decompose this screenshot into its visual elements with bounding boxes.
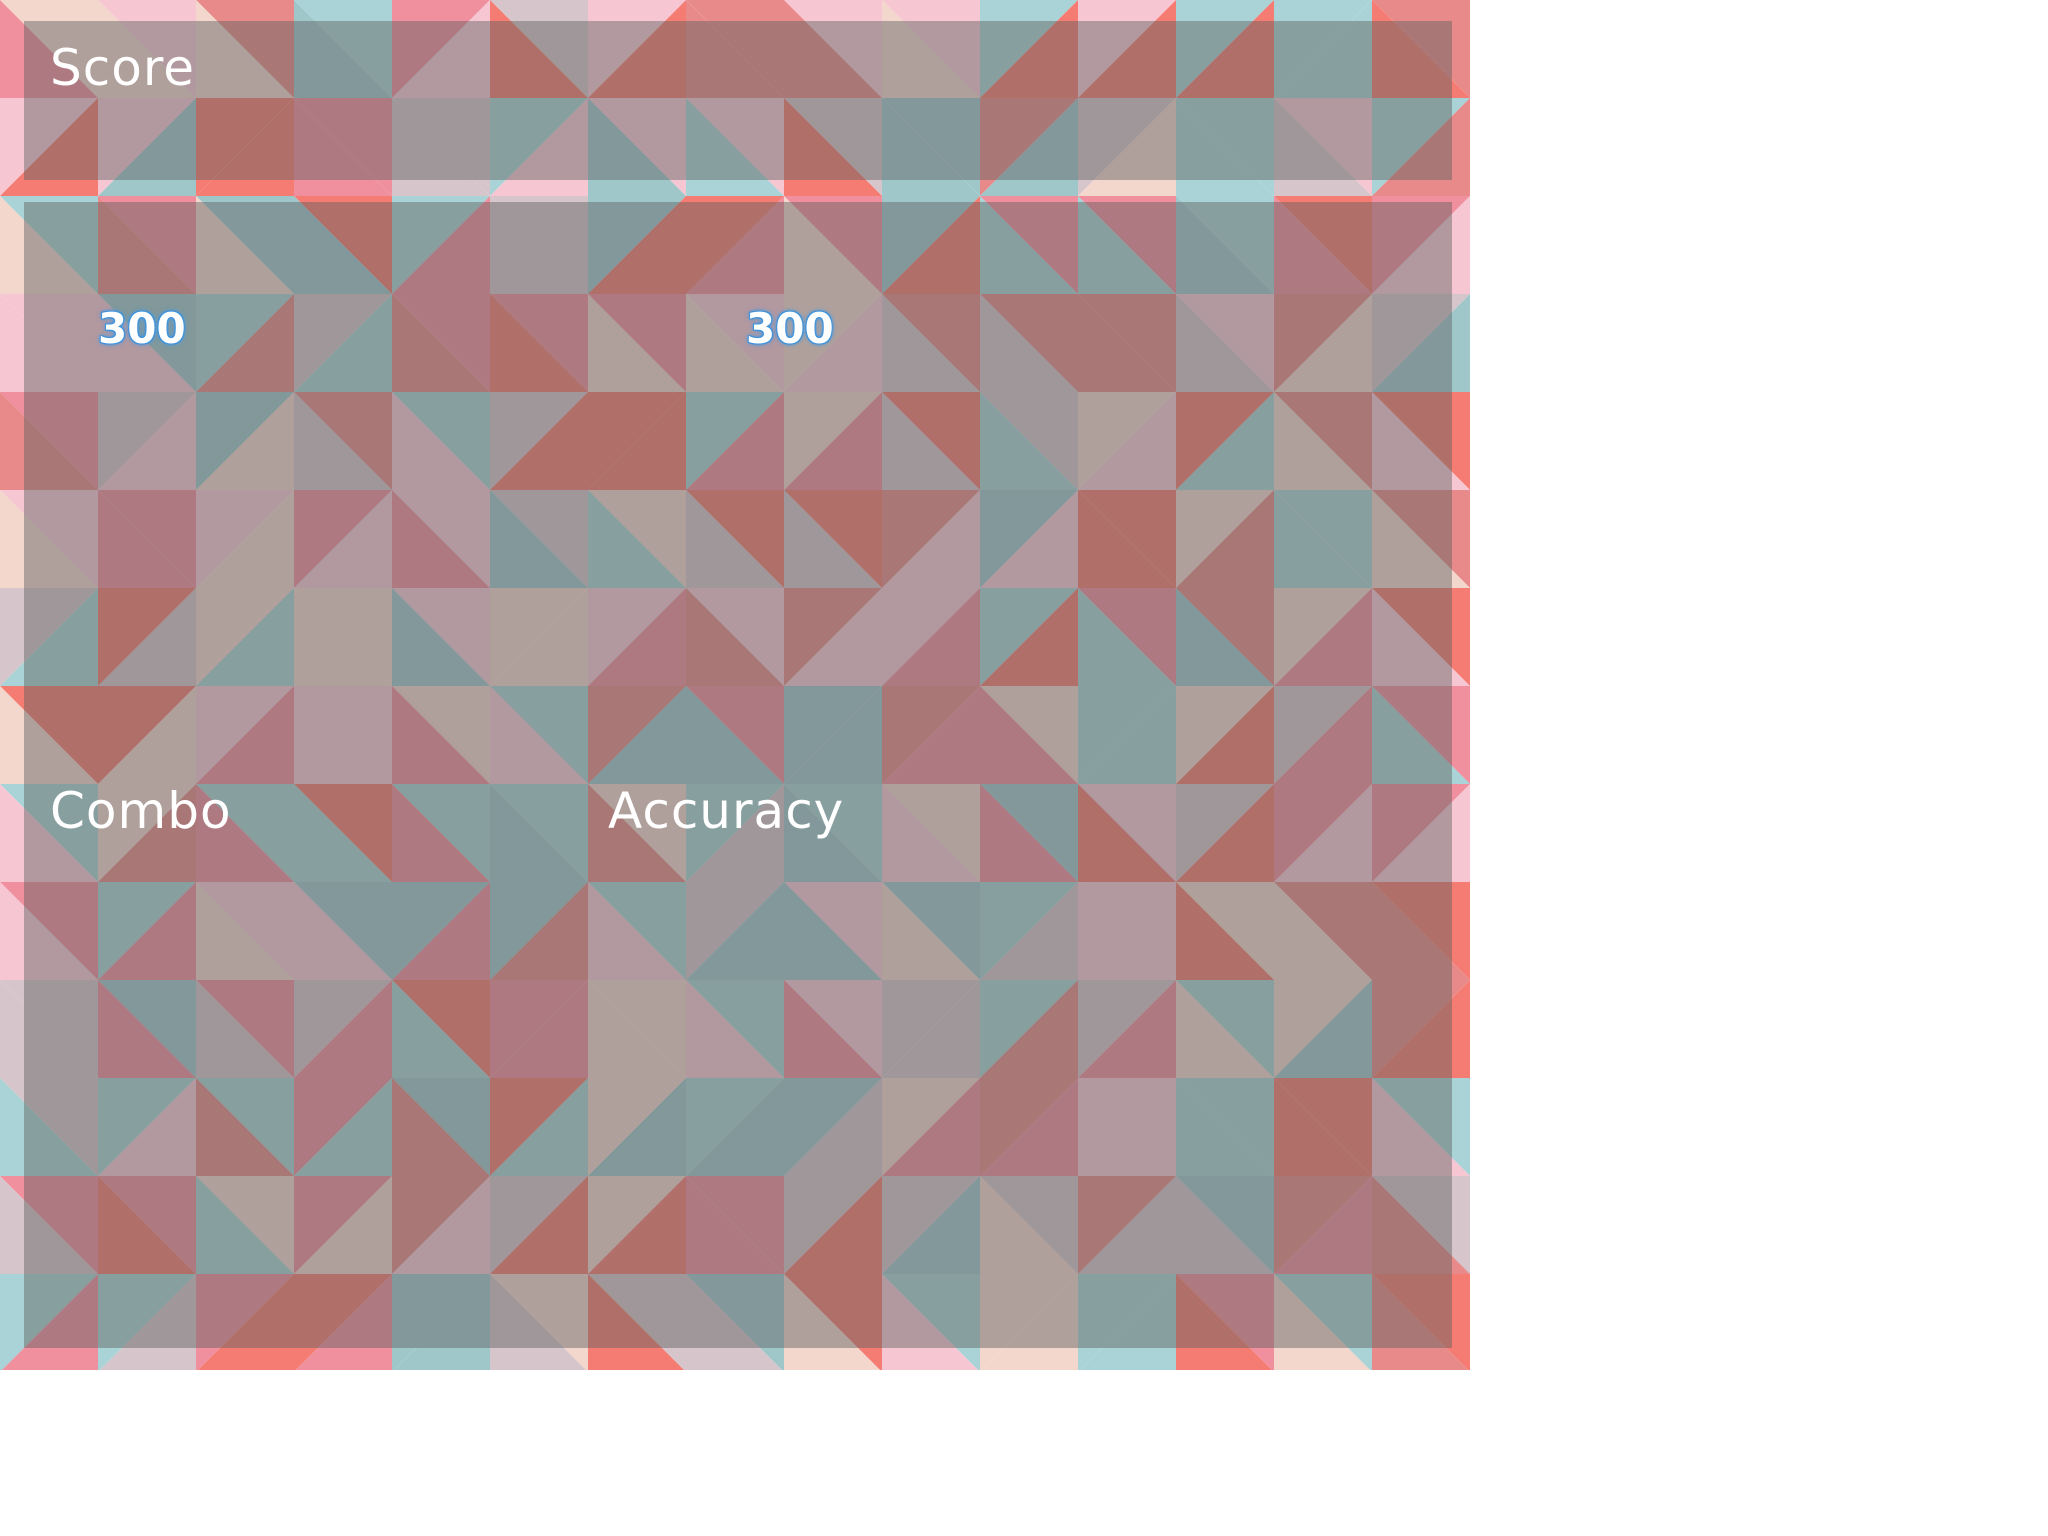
hit-judgement-300: 300 bbox=[746, 304, 834, 353]
score-label: Score bbox=[50, 39, 196, 97]
game-screen: Score 300 300 Combo Accuracy bbox=[0, 0, 2048, 1536]
hit-judgement-300: 300 bbox=[98, 304, 186, 353]
accuracy-label: Accuracy bbox=[608, 782, 845, 840]
combo-label: Combo bbox=[50, 782, 232, 840]
score-panel: Score bbox=[24, 21, 1452, 180]
playfield-panel: 300 300 Combo Accuracy bbox=[24, 202, 1452, 1348]
